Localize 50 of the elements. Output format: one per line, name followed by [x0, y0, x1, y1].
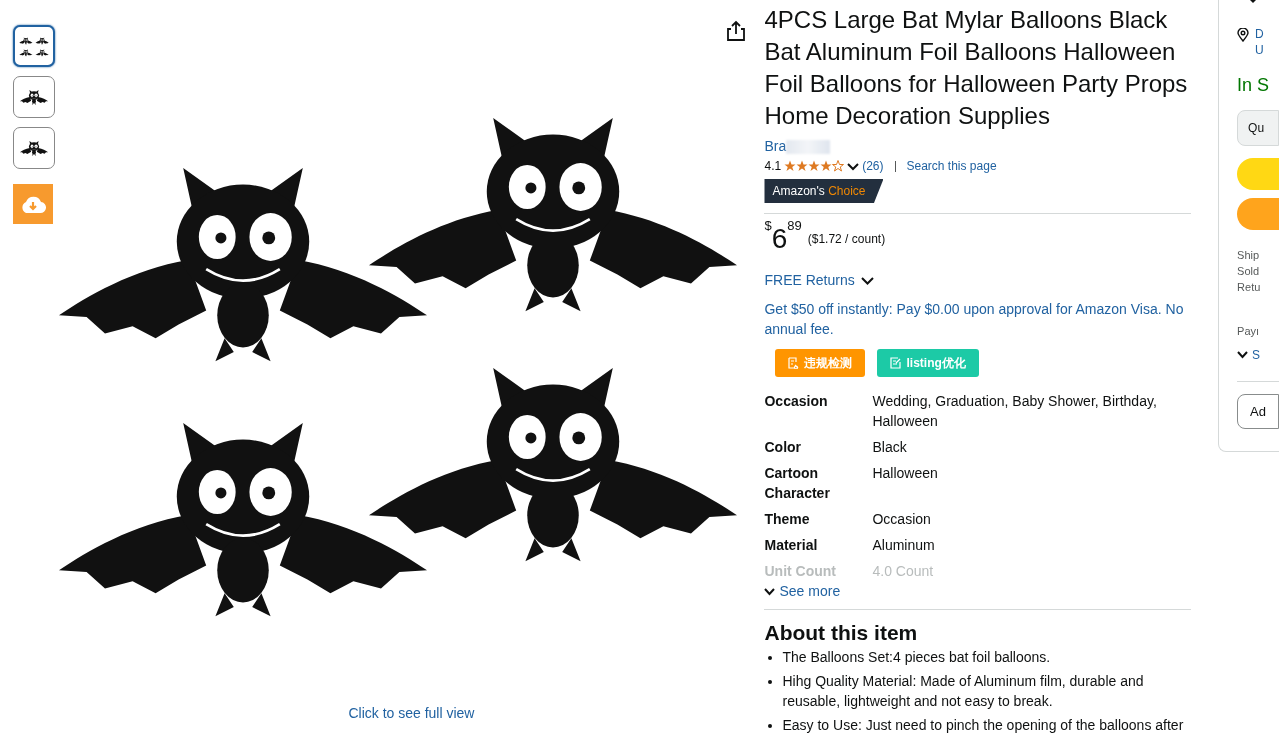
visa-offer-link[interactable]: Get $50 off instantly: Pay $0.00 upon approval for Amazon Visa. No annual fee. [764, 299, 1192, 339]
thumbnail[interactable] [13, 25, 55, 67]
see-more-link[interactable]: See more [779, 581, 841, 602]
spec-value: Halloween [872, 464, 939, 483]
spec-value: 4.0 Count [872, 562, 935, 581]
product-title: 4PCS Large Bat Mylar Balloons Black Bat Aluminum Foil Balloons Halloween Foil Balloons for Halloween Party Props Home Decoration Supplies [764, 5, 1189, 131]
delivery-location-link[interactable]: U [1255, 42, 1264, 58]
bullet-text: Hihg Quality Material: Made of Aluminum film, durable and reusable, lightweight and not easy to break. [782, 672, 1145, 712]
full-view-link[interactable]: Click to see full view [348, 703, 475, 724]
add-to-list-button[interactable]: Ad [1237, 393, 1279, 429]
spec-value: Wedding, Graduation, Baby Shower, Birthday, Halloween [872, 392, 1158, 431]
star-rating[interactable] [784, 160, 845, 172]
delivery-location-link[interactable]: D [1255, 26, 1264, 42]
spec-label: Material [764, 536, 819, 555]
thumbnail[interactable] [13, 127, 55, 169]
bullet-dot [768, 724, 773, 729]
quantity-dropdown[interactable]: Qu [1237, 110, 1279, 146]
payment-label: Payı [1237, 324, 1261, 339]
document-icon [788, 357, 800, 369]
spec-label: Unit Count [764, 562, 837, 581]
bullet-text: The Balloons Set:4 pieces bat foil balloons. [782, 648, 1051, 668]
info-label: Ship [1237, 248, 1261, 263]
free-returns-link[interactable]: FREE Returns [764, 270, 855, 291]
bullet-dot [768, 680, 773, 685]
stock-status: In S [1237, 74, 1271, 97]
brand-link[interactable]: Bra [764, 136, 787, 157]
spec-value: Occasion [872, 510, 932, 529]
redaction-blur [786, 139, 831, 154]
unit-price: ($1.72 / count) [807, 231, 886, 248]
spec-value: Aluminum [872, 536, 936, 555]
review-count-link[interactable]: (26) [862, 157, 884, 175]
amazons-choice-badge: Amazon's Choice [764, 179, 884, 203]
share-icon[interactable] [726, 18, 747, 42]
rating-value: 4.1 [764, 158, 782, 175]
bullet-dot [768, 656, 773, 661]
info-label: Retu [1237, 280, 1262, 295]
info-label: Sold [1237, 264, 1261, 279]
bullet-text: Easy to Use: Just need to pinch the opening of the balloons after [782, 716, 1184, 734]
search-page-link[interactable]: Search this page [906, 157, 997, 175]
caret-icon [1250, 0, 1257, 4]
spec-label: Cartoon Character [764, 464, 831, 503]
spec-label: Occasion [764, 392, 829, 411]
edit-icon [890, 357, 902, 369]
spec-label: Color [764, 438, 803, 457]
spec-label: Theme [764, 510, 811, 529]
section-heading: About this item [764, 620, 919, 646]
spec-value: Black [872, 438, 908, 457]
see-more-link[interactable]: S [1252, 345, 1261, 364]
thumbnail[interactable] [13, 76, 55, 118]
separator-bar [894, 160, 896, 172]
